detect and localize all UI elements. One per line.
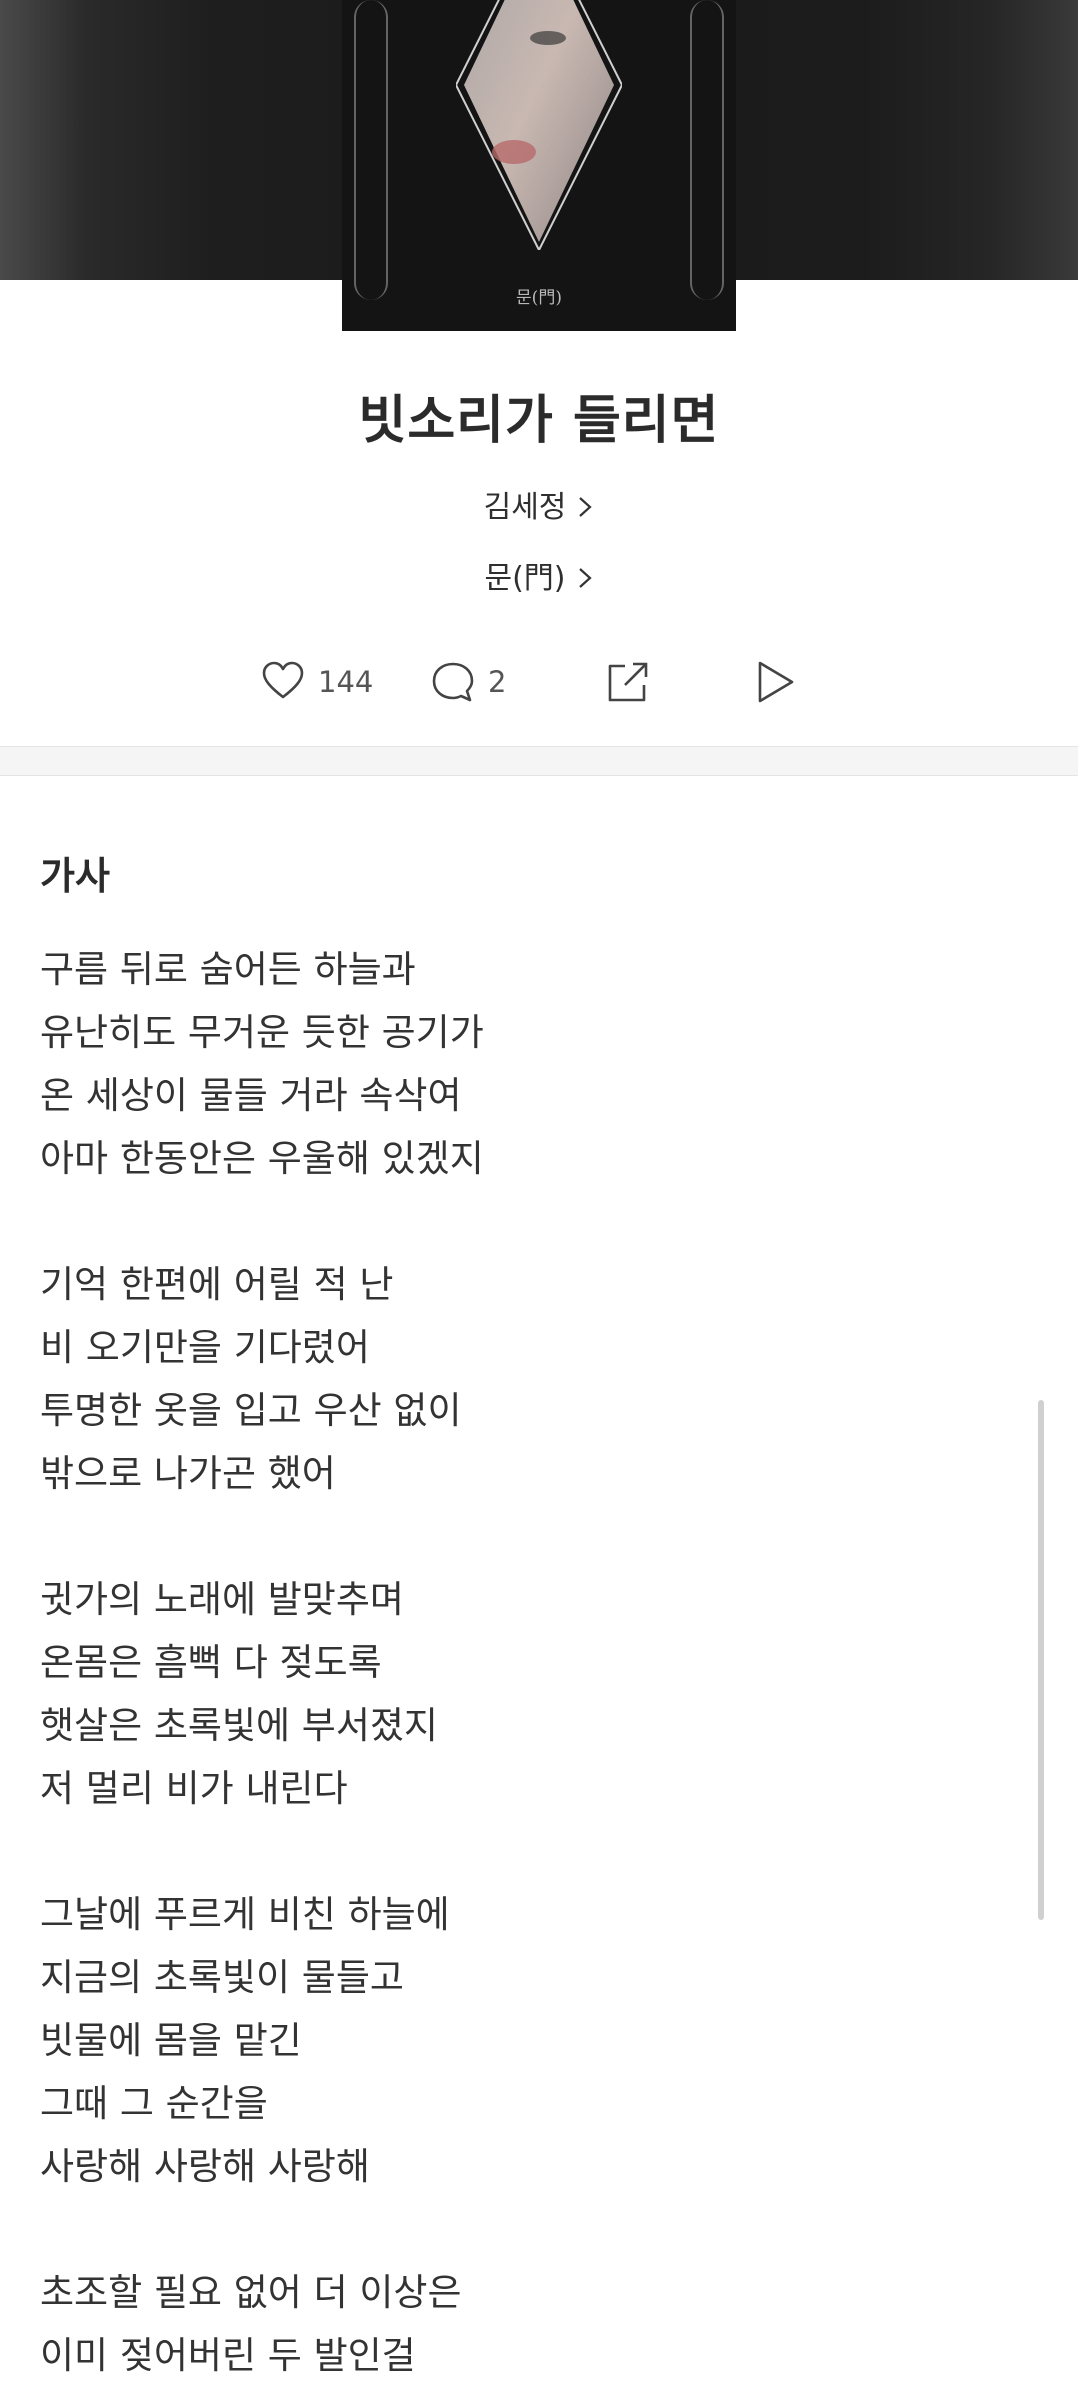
lyrics-body: 구름 뒤로 숨어든 하늘과유난히도 무거운 듯한 공기가온 세상이 물들 거라 … — [40, 938, 1020, 2387]
lyric-line: 온몸은 흠뻑 다 젖도록 — [40, 1641, 382, 1684]
cover-caption: 문(門) — [516, 288, 562, 308]
lyric-line: 햇살은 초록빛에 부서졌지 — [40, 1704, 438, 1747]
play-button[interactable] — [752, 654, 798, 710]
lyric-line: 그날에 푸르게 비친 하늘에 — [40, 1893, 450, 1936]
lyric-line: 밖으로 나가곤 했어 — [40, 1452, 336, 1495]
lyric-line: 투명한 옷을 입고 우산 없이 — [40, 1389, 462, 1432]
action-bar: 144 2 — [0, 654, 1078, 710]
album-cover[interactable]: 문(門) — [342, 0, 736, 331]
comment-bubble-icon — [432, 662, 474, 702]
lyric-line: 아마 한동안은 우울해 있겠지 — [40, 1137, 484, 1180]
album-link[interactable]: 문(門) — [0, 553, 1078, 597]
comment-button[interactable]: 2 — [430, 654, 506, 710]
cover-decoration-left — [354, 0, 388, 300]
lyric-line: 지금의 초록빛이 물들고 — [40, 1956, 404, 1999]
lyric-line: 이미 젖어버린 두 발인걸 — [40, 2334, 416, 2377]
lyric-line: 사랑해 사랑해 사랑해 — [40, 2145, 370, 2188]
play-icon — [758, 661, 794, 703]
section-divider — [0, 746, 1078, 776]
comment-count: 2 — [488, 665, 507, 699]
artist-link[interactable]: 김세정 — [0, 482, 1078, 526]
chevron-right-icon — [579, 497, 593, 517]
like-button[interactable]: 144 — [260, 654, 373, 710]
like-count: 144 — [318, 665, 374, 699]
chevron-right-icon — [578, 568, 592, 588]
heart-icon — [262, 661, 304, 699]
lyric-stanza-gap — [40, 1190, 1020, 1253]
lyric-stanza-gap — [40, 1820, 1020, 1883]
lyric-line: 비 오기만을 기다렸어 — [40, 1326, 370, 1369]
lyric-line: 빗물에 몸을 맡긴 — [40, 2019, 302, 2062]
lyric-line: 유난히도 무거운 듯한 공기가 — [40, 1011, 484, 1054]
lyrics-heading: 가사 — [40, 854, 110, 898]
share-icon — [608, 662, 648, 702]
lyric-line: 온 세상이 물들 거라 속삭여 — [40, 1074, 462, 1117]
song-title: 빗소리가 들리면 — [358, 391, 720, 451]
cover-decoration-right — [690, 0, 724, 300]
lyric-line: 구름 뒤로 숨어든 하늘과 — [40, 948, 416, 991]
lyric-line: 기억 한편에 어릴 적 난 — [40, 1263, 394, 1306]
lyric-line: 저 멀리 비가 내린다 — [40, 1767, 348, 1810]
artist-name: 김세정 — [483, 490, 567, 525]
share-button[interactable] — [605, 654, 651, 710]
lyric-stanza-gap — [40, 1505, 1020, 1568]
lyric-stanza-gap — [40, 2198, 1020, 2261]
album-name: 문(門) — [484, 561, 566, 596]
scrollbar[interactable] — [1038, 1400, 1044, 1920]
lyric-line: 그때 그 순간을 — [40, 2082, 268, 2125]
lyric-line: 초조할 필요 없어 더 이상은 — [40, 2271, 462, 2314]
cover-artwork — [456, 0, 622, 250]
lyric-line: 귓가의 노래에 발맞추며 — [40, 1578, 404, 1621]
